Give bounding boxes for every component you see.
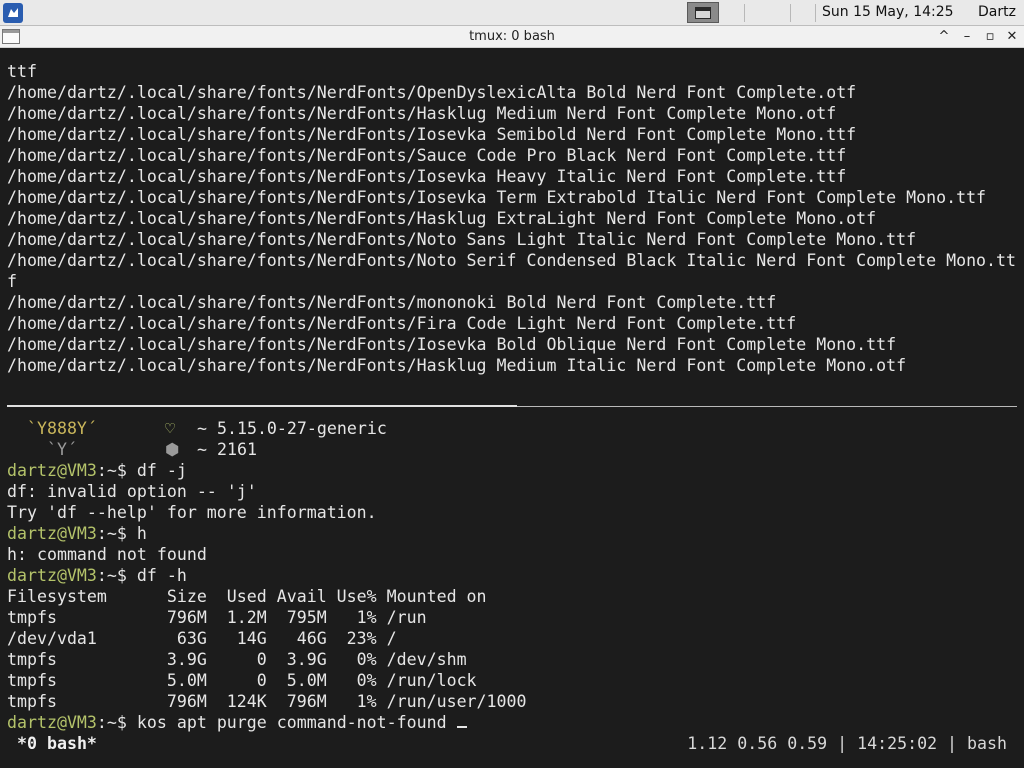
output-line: /home/dartz/.local/share/fonts/NerdFonts…	[7, 188, 987, 207]
output-line: h: command not found	[7, 545, 207, 564]
prompt: dartz@VM3	[7, 524, 97, 543]
command-input[interactable]: kos apt purge command-not-found	[137, 713, 457, 732]
output-line: /home/dartz/.local/share/fonts/NerdFonts…	[7, 209, 877, 228]
shade-button[interactable]: ^	[934, 27, 954, 47]
panel-clock[interactable]: Sun 15 May, 14:25	[822, 4, 954, 20]
table-header: Filesystem Size Used Avail Use% Mounted …	[7, 587, 487, 606]
command-line: dartz@VM3:~$ df -h	[7, 565, 187, 586]
prompt-suffix: :~$	[96, 524, 137, 543]
window-titlebar[interactable]: tmux: 0 bash ^ – ▫ ✕	[0, 26, 1024, 48]
kernel-version: ~ 5.15.0-27-generic	[197, 419, 387, 438]
prompt: dartz@VM3	[7, 713, 97, 732]
prompt: dartz@VM3	[7, 566, 97, 585]
table-row: /dev/vda1 63G 14G 46G 23% /	[7, 629, 397, 648]
output-line: /home/dartz/.local/share/fonts/NerdFonts…	[7, 356, 907, 375]
table-row: tmpfs 3.9G 0 3.9G 0% /dev/shm	[7, 650, 467, 669]
top-panel: Sun 15 May, 14:25 Dartz	[0, 0, 1024, 26]
output-line: ttf	[7, 62, 37, 81]
command-line: dartz@VM3:~$ df -j	[7, 460, 187, 481]
panel-separator	[790, 4, 791, 22]
package-count: ~ 2161	[197, 440, 257, 459]
terminal[interactable]: ttf /home/dartz/.local/share/fonts/NerdF…	[0, 48, 1024, 768]
app-menu-button[interactable]	[3, 3, 23, 23]
panel-separator	[744, 4, 745, 22]
table-row: tmpfs 5.0M 0 5.0M 0% /run/lock	[7, 671, 477, 690]
maximize-button[interactable]: ▫	[980, 27, 1000, 47]
output-line: /home/dartz/.local/share/fonts/NerdFonts…	[7, 335, 897, 354]
output-line: Try 'df --help' for more information.	[7, 503, 377, 522]
command-line[interactable]: dartz@VM3:~$ kos apt purge command-not-f…	[7, 712, 467, 733]
heart-icon: ♡	[165, 419, 175, 438]
output-line: f	[7, 272, 17, 291]
cursor	[456, 712, 467, 728]
prompt-suffix: :~$	[96, 566, 137, 585]
fetch-art: `Y888Y´	[7, 419, 97, 438]
command-text: h	[136, 524, 147, 543]
package-icon: ⬢	[165, 440, 180, 459]
prompt: dartz@VM3	[7, 461, 97, 480]
output-line: /home/dartz/.local/share/fonts/NerdFonts…	[7, 314, 797, 333]
panel-user-name[interactable]: Dartz	[978, 4, 1016, 20]
minimize-button[interactable]: –	[957, 27, 977, 47]
tmux-window-tab[interactable]: *0 bash*	[17, 734, 97, 753]
output-line: df: invalid option -- 'j'	[7, 482, 257, 501]
window-title: tmux: 0 bash	[469, 29, 555, 44]
output-line: /home/dartz/.local/share/fonts/NerdFonts…	[7, 251, 1017, 270]
taskbar-window-button[interactable]	[687, 2, 719, 23]
prompt-suffix: :~$	[96, 713, 137, 732]
prompt-suffix: :~$	[96, 461, 137, 480]
command-text: df -h	[136, 566, 187, 585]
tmux-status-right: 1.12 0.56 0.59 | 14:25:02 | bash	[687, 734, 1007, 753]
output-line: /home/dartz/.local/share/fonts/NerdFonts…	[7, 146, 847, 165]
close-button[interactable]: ✕	[1002, 27, 1022, 47]
output-line: /home/dartz/.local/share/fonts/NerdFonts…	[7, 293, 777, 312]
window-icon	[695, 7, 711, 19]
output-line: /home/dartz/.local/share/fonts/NerdFonts…	[7, 230, 917, 249]
divider	[7, 405, 1017, 407]
panel-separator	[815, 4, 816, 22]
command-text: df -j	[136, 461, 187, 480]
app-menu-icon	[3, 3, 23, 23]
output-line: /home/dartz/.local/share/fonts/NerdFonts…	[7, 104, 837, 123]
output-line: /home/dartz/.local/share/fonts/NerdFonts…	[7, 167, 847, 186]
fetch-art: `Y´	[7, 440, 77, 459]
output-line: /home/dartz/.local/share/fonts/NerdFonts…	[7, 125, 857, 144]
table-row: tmpfs 796M 124K 796M 1% /run/user/1000	[7, 692, 527, 711]
command-line: dartz@VM3:~$ h	[7, 523, 147, 544]
output-line: /home/dartz/.local/share/fonts/NerdFonts…	[7, 83, 857, 102]
table-row: tmpfs 796M 1.2M 795M 1% /run	[7, 608, 427, 627]
